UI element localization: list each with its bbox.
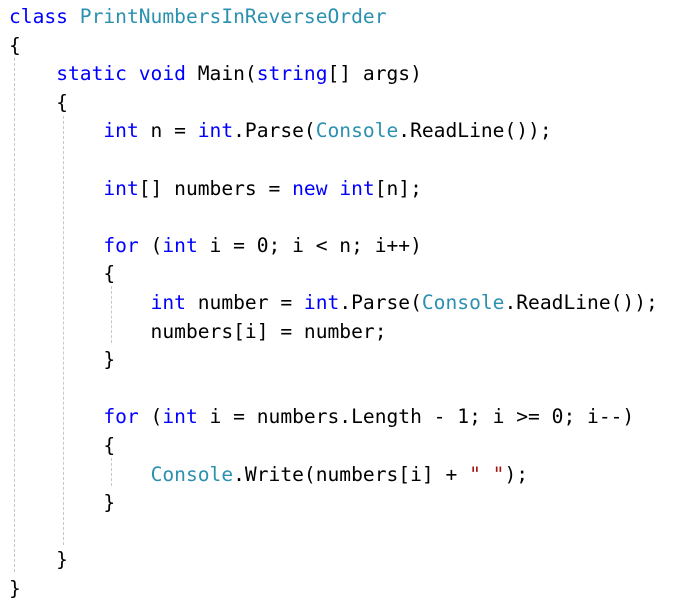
code-token: ( (138, 233, 163, 257)
code-token: int (150, 291, 186, 314)
code-token: i = numbers.Length - 1; i >= 0; i--) (197, 405, 635, 429)
code-token: new (292, 176, 328, 200)
code-token: [] args) (327, 62, 422, 86)
code-token: int (303, 291, 340, 314)
code-line[interactable]: { (9, 31, 21, 61)
code-token: [n]; (374, 176, 422, 200)
code-line[interactable]: Console.Write(numbers[i] + " "); (9, 460, 529, 490)
code-token: static (56, 62, 127, 86)
code-token: int (339, 176, 375, 200)
code-line[interactable]: } (9, 345, 115, 375)
code-token: int (103, 176, 139, 200)
code-token: for (103, 405, 139, 429)
code-line[interactable]: { (9, 259, 115, 289)
code-token: int (103, 119, 139, 143)
code-line[interactable]: int n = int.Parse(Console.ReadLine()); (9, 116, 552, 146)
code-token: [] numbers = (138, 176, 293, 200)
code-editor[interactable]: class PrintNumbersInReverseOrder{ static… (0, 0, 682, 605)
code-token: int (197, 119, 234, 143)
code-token: .Write(numbers[i] + (233, 462, 470, 486)
code-token: class (9, 5, 68, 28)
code-token: number = (185, 291, 304, 314)
code-token: ); (504, 462, 529, 486)
code-line[interactable]: class PrintNumbersInReverseOrder (9, 2, 387, 32)
code-token: ( (138, 405, 163, 429)
code-token: { (9, 262, 116, 286)
code-line[interactable]: static void Main(string[] args) (9, 59, 422, 89)
code-token: Console (315, 119, 399, 143)
code-line[interactable]: int[] numbers = new int[n]; (9, 174, 422, 204)
code-token: .Parse( (339, 291, 422, 314)
code-token: int (162, 405, 198, 429)
code-line[interactable]: for (int i = numbers.Length - 1; i >= 0;… (9, 402, 634, 432)
code-token: } (9, 491, 116, 515)
code-token: for (103, 233, 139, 257)
code-token: .ReadLine()); (504, 291, 658, 314)
code-token: .ReadLine()); (398, 119, 552, 143)
code-token: void (138, 62, 186, 86)
code-token: Console (421, 291, 505, 314)
code-token: { (9, 90, 68, 114)
code-token: .Parse( (233, 119, 316, 143)
code-token: Main( (185, 62, 257, 86)
code-token: " " (469, 462, 505, 486)
code-line[interactable]: { (9, 88, 68, 118)
code-token: i = 0; i < n; i++) (197, 233, 422, 257)
code-line[interactable]: { (9, 431, 115, 461)
code-token: PrintNumbersInReverseOrder (79, 5, 387, 28)
code-token: } (9, 577, 21, 600)
code-token: } (9, 348, 116, 372)
code-token: string (256, 62, 328, 86)
code-token: { (9, 434, 116, 457)
code-token: { (9, 33, 21, 57)
code-token: Console (150, 462, 234, 486)
code-line[interactable]: } (9, 488, 115, 518)
code-token: numbers[i] = number; (9, 319, 387, 343)
code-token: int (162, 233, 198, 257)
code-line[interactable]: } (9, 545, 68, 575)
code-line[interactable]: for (int i = 0; i < n; i++) (9, 231, 422, 261)
code-line[interactable]: } (9, 574, 21, 604)
code-line[interactable]: numbers[i] = number; (9, 317, 387, 347)
code-token: } (9, 548, 68, 572)
code-line[interactable]: int number = int.Parse(Console.ReadLine(… (9, 288, 658, 318)
code-token: n = (138, 119, 198, 143)
